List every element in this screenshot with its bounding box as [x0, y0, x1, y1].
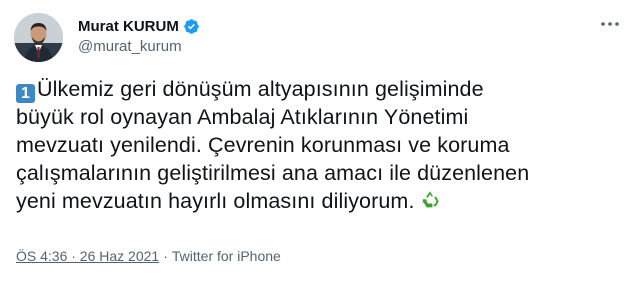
keycap-1-icon: 1	[16, 84, 35, 103]
author-display-name[interactable]: Murat KURUM	[78, 18, 179, 35]
avatar-image	[14, 13, 63, 62]
tweet-body: 1 Ülkemiz geri dönüşüm altyapısının geliş…	[16, 75, 626, 215]
author-handle[interactable]: @murat_kurum	[78, 38, 182, 55]
author-name-row[interactable]: Murat KURUM	[78, 16, 200, 36]
tweet-source[interactable]: Twitter for iPhone	[172, 248, 281, 264]
tweet-text: Ülkemiz geri dönüşüm altyapısının gelişi…	[16, 77, 530, 213]
verified-badge-icon	[183, 18, 200, 35]
avatar[interactable]	[14, 13, 63, 62]
meta-separator: ·	[163, 248, 168, 264]
tweet-timestamp[interactable]: ÖS 4:36 · 26 Haz 2021	[16, 248, 159, 264]
recycle-icon	[419, 189, 441, 211]
tweet-card: Murat KURUM @murat_kurum 1 Ülkemiz geri d…	[0, 0, 640, 283]
more-options-icon[interactable]	[598, 14, 622, 34]
tweet-meta: ÖS 4:36 · 26 Haz 2021 · Twitter for iPho…	[16, 248, 281, 264]
